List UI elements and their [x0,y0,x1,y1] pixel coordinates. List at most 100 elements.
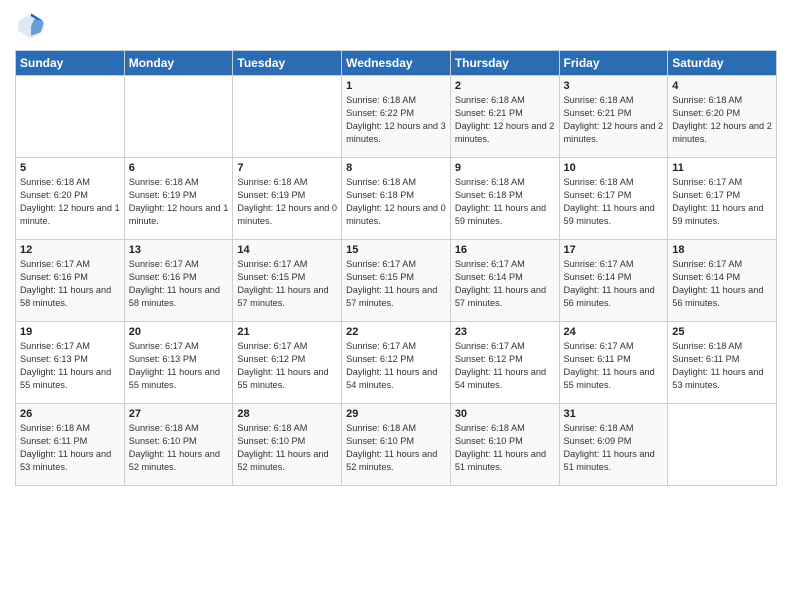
day-number: 7 [237,162,337,174]
day-number: 26 [20,408,120,420]
calendar-cell: 3 Sunrise: 6:18 AM Sunset: 6:21 PM Daylig… [559,76,668,158]
calendar-cell: 17Sunrise: 6:17 AM Sunset: 6:14 PM Dayli… [559,240,668,322]
day-of-week-header: Monday [124,51,233,76]
calendar-cell: 27 Sunrise: 6:18 AM Sunset: 6:10 PM Dayli… [124,404,233,486]
day-info: Sunrise: 6:17 AM Sunset: 6:14 PM Dayligh… [672,258,772,310]
calendar-cell: 30 Sunrise: 6:18 AM Sunset: 6:10 PM Dayli… [450,404,559,486]
logo [15,10,51,42]
calendar-cell: 18Sunrise: 6:17 AM Sunset: 6:14 PM Dayli… [668,240,777,322]
day-info: Sunrise: 6:17 AM Sunset: 6:14 PM Dayligh… [455,258,555,310]
day-number: 8 [346,162,446,174]
day-of-week-header: Saturday [668,51,777,76]
day-info: Sunrise: 6:18 AM Sunset: 6:10 PM Dayligh… [455,422,555,474]
day-info: Sunrise: 6:18 AM Sunset: 6:20 PM Dayligh… [20,176,120,228]
header [15,10,777,42]
day-info: Sunrise: 6:18 AM Sunset: 6:22 PM Dayligh… [346,94,446,146]
day-info: Sunrise: 6:17 AM Sunset: 6:13 PM Dayligh… [129,340,229,392]
day-number: 25 [672,326,772,338]
calendar-week-row: 19 Sunrise: 6:17 AM Sunset: 6:13 PM Dayli… [16,322,777,404]
day-info: Sunrise: 6:17 AM Sunset: 6:16 PM Dayligh… [129,258,229,310]
day-number: 12 [20,244,120,256]
day-info: Sunrise: 6:17 AM Sunset: 6:12 PM Dayligh… [346,340,446,392]
day-info: Sunrise: 6:17 AM Sunset: 6:11 PM Dayligh… [564,340,664,392]
day-info: Sunrise: 6:17 AM Sunset: 6:12 PM Dayligh… [237,340,337,392]
day-info: Sunrise: 6:18 AM Sunset: 6:10 PM Dayligh… [129,422,229,474]
day-info: Sunrise: 6:18 AM Sunset: 6:11 PM Dayligh… [672,340,772,392]
calendar-cell: 29 Sunrise: 6:18 AM Sunset: 6:10 PM Dayli… [342,404,451,486]
calendar-cell: 11 Sunrise: 6:17 AM Sunset: 6:17 PM Dayli… [668,158,777,240]
calendar-cell: 19 Sunrise: 6:17 AM Sunset: 6:13 PM Dayli… [16,322,125,404]
day-number: 19 [20,326,120,338]
day-info: Sunrise: 6:18 AM Sunset: 6:10 PM Dayligh… [346,422,446,474]
day-number: 29 [346,408,446,420]
calendar-cell [668,404,777,486]
calendar-cell: 14 Sunrise: 6:17 AM Sunset: 6:15 PM Dayli… [233,240,342,322]
day-number: 13 [129,244,229,256]
calendar-cell: 26 Sunrise: 6:18 AM Sunset: 6:11 PM Dayli… [16,404,125,486]
calendar: SundayMondayTuesdayWednesdayThursdayFrid… [15,50,777,486]
calendar-cell [16,76,125,158]
day-info: Sunrise: 6:18 AM Sunset: 6:11 PM Dayligh… [20,422,120,474]
day-info: Sunrise: 6:17 AM Sunset: 6:15 PM Dayligh… [346,258,446,310]
day-number: 30 [455,408,555,420]
day-number: 21 [237,326,337,338]
logo-icon [15,10,47,42]
day-info: Sunrise: 6:17 AM Sunset: 6:13 PM Dayligh… [20,340,120,392]
calendar-cell: 6Sunrise: 6:18 AM Sunset: 6:19 PM Daylig… [124,158,233,240]
calendar-header-row: SundayMondayTuesdayWednesdayThursdayFrid… [16,51,777,76]
day-info: Sunrise: 6:17 AM Sunset: 6:17 PM Dayligh… [672,176,772,228]
calendar-cell: 5 Sunrise: 6:18 AM Sunset: 6:20 PM Daylig… [16,158,125,240]
day-number: 14 [237,244,337,256]
calendar-cell: 20 Sunrise: 6:17 AM Sunset: 6:13 PM Dayli… [124,322,233,404]
day-info: Sunrise: 6:18 AM Sunset: 6:09 PM Dayligh… [564,422,664,474]
day-info: Sunrise: 6:18 AM Sunset: 6:20 PM Dayligh… [672,94,772,146]
day-number: 6 [129,162,229,174]
day-number: 23 [455,326,555,338]
day-of-week-header: Tuesday [233,51,342,76]
calendar-cell: 23Sunrise: 6:17 AM Sunset: 6:12 PM Dayli… [450,322,559,404]
calendar-cell: 1 Sunrise: 6:18 AM Sunset: 6:22 PM Daylig… [342,76,451,158]
calendar-week-row: 26 Sunrise: 6:18 AM Sunset: 6:11 PM Dayli… [16,404,777,486]
day-info: Sunrise: 6:17 AM Sunset: 6:15 PM Dayligh… [237,258,337,310]
calendar-cell: 13 Sunrise: 6:17 AM Sunset: 6:16 PM Dayli… [124,240,233,322]
day-number: 5 [20,162,120,174]
calendar-cell: 12 Sunrise: 6:17 AM Sunset: 6:16 PM Dayli… [16,240,125,322]
calendar-cell: 24Sunrise: 6:17 AM Sunset: 6:11 PM Dayli… [559,322,668,404]
calendar-week-row: 5 Sunrise: 6:18 AM Sunset: 6:20 PM Daylig… [16,158,777,240]
page: SundayMondayTuesdayWednesdayThursdayFrid… [0,0,792,612]
day-number: 10 [564,162,664,174]
day-info: Sunrise: 6:18 AM Sunset: 6:17 PM Dayligh… [564,176,664,228]
day-number: 28 [237,408,337,420]
calendar-cell: 22 Sunrise: 6:17 AM Sunset: 6:12 PM Dayli… [342,322,451,404]
day-number: 17 [564,244,664,256]
day-info: Sunrise: 6:18 AM Sunset: 6:10 PM Dayligh… [237,422,337,474]
day-number: 11 [672,162,772,174]
calendar-cell: 2 Sunrise: 6:18 AM Sunset: 6:21 PM Daylig… [450,76,559,158]
day-number: 1 [346,80,446,92]
calendar-cell: 28 Sunrise: 6:18 AM Sunset: 6:10 PM Dayli… [233,404,342,486]
day-number: 9 [455,162,555,174]
calendar-cell: 7 Sunrise: 6:18 AM Sunset: 6:19 PM Daylig… [233,158,342,240]
day-info: Sunrise: 6:18 AM Sunset: 6:21 PM Dayligh… [564,94,664,146]
day-number: 20 [129,326,229,338]
calendar-cell: 16 Sunrise: 6:17 AM Sunset: 6:14 PM Dayli… [450,240,559,322]
day-number: 16 [455,244,555,256]
day-info: Sunrise: 6:18 AM Sunset: 6:19 PM Dayligh… [237,176,337,228]
day-number: 27 [129,408,229,420]
calendar-cell [124,76,233,158]
day-of-week-header: Wednesday [342,51,451,76]
day-number: 22 [346,326,446,338]
day-info: Sunrise: 6:17 AM Sunset: 6:16 PM Dayligh… [20,258,120,310]
day-info: Sunrise: 6:18 AM Sunset: 6:21 PM Dayligh… [455,94,555,146]
day-number: 3 [564,80,664,92]
calendar-cell: 31Sunrise: 6:18 AM Sunset: 6:09 PM Dayli… [559,404,668,486]
day-number: 2 [455,80,555,92]
day-info: Sunrise: 6:18 AM Sunset: 6:18 PM Dayligh… [455,176,555,228]
calendar-cell: 4Sunrise: 6:18 AM Sunset: 6:20 PM Daylig… [668,76,777,158]
calendar-cell: 8Sunrise: 6:18 AM Sunset: 6:18 PM Daylig… [342,158,451,240]
calendar-cell: 25 Sunrise: 6:18 AM Sunset: 6:11 PM Dayli… [668,322,777,404]
calendar-week-row: 12 Sunrise: 6:17 AM Sunset: 6:16 PM Dayli… [16,240,777,322]
calendar-cell: 10 Sunrise: 6:18 AM Sunset: 6:17 PM Dayli… [559,158,668,240]
day-number: 15 [346,244,446,256]
day-of-week-header: Friday [559,51,668,76]
